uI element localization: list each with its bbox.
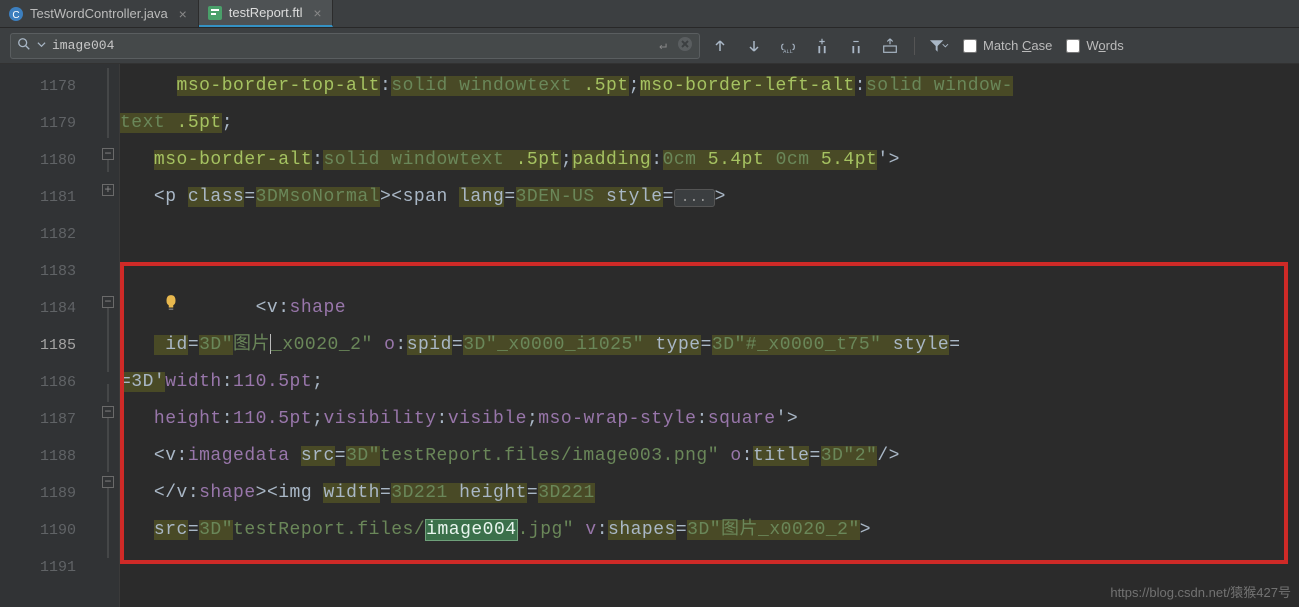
find-actions: ALL Match Case Match Case Words Words (710, 36, 1124, 56)
code-line[interactable]: src=3D"testReport.files/image004.jpg" v:… (120, 512, 1299, 549)
find-input-container: ↵ (10, 33, 700, 59)
code-line[interactable] (120, 216, 1299, 253)
fold-marker[interactable]: + (102, 184, 114, 196)
svg-text:C: C (12, 10, 19, 21)
close-icon[interactable]: × (178, 9, 188, 19)
tab-label: testReport.ftl (229, 5, 303, 20)
fold-column: − + − − − (98, 64, 120, 607)
code-area[interactable]: mso-border-top-alt:solid windowtext .5pt… (120, 64, 1299, 607)
line-number: 1187 (0, 401, 98, 438)
code-line[interactable]: height:110.5pt;visibility:visible;mso-wr… (120, 401, 1299, 438)
code-line[interactable]: text .5pt; (120, 105, 1299, 142)
code-line[interactable]: <v:imagedata src=3D"testReport.files/ima… (120, 438, 1299, 475)
line-number: 1185 (0, 327, 98, 364)
find-bar: ↵ ALL Match Case Match Case Words Words (0, 28, 1299, 64)
clear-icon[interactable] (677, 36, 693, 56)
tab-java[interactable]: C TestWordController.java × (0, 0, 199, 27)
line-number: 1186 (0, 364, 98, 401)
search-input[interactable] (52, 38, 653, 53)
separator (914, 37, 915, 55)
code-line[interactable]: </v:shape><img width=3D221 height=3D221 (120, 475, 1299, 512)
code-line[interactable]: mso-border-top-alt:solid windowtext .5pt… (120, 68, 1299, 105)
tab-bar: C TestWordController.java × testReport.f… (0, 0, 1299, 28)
remove-selection-button[interactable] (846, 36, 866, 56)
match-case-label: Match Case (983, 38, 1052, 53)
line-number: 1184 (0, 290, 98, 327)
line-number: 1190 (0, 512, 98, 549)
prev-match-button[interactable] (710, 36, 730, 56)
line-number: 1191 (0, 549, 98, 586)
code-line[interactable] (120, 549, 1299, 586)
tab-label: TestWordController.java (30, 6, 168, 21)
chevron-down-icon[interactable] (37, 38, 46, 53)
search-icon (17, 37, 31, 55)
fold-marker[interactable]: − (102, 296, 114, 308)
line-number: 1179 (0, 105, 98, 142)
match-case-checkbox[interactable]: Match Case (963, 38, 1052, 53)
export-button[interactable] (880, 36, 900, 56)
tab-ftl[interactable]: testReport.ftl × (199, 0, 334, 27)
code-line[interactable]: =3D'width:110.5pt; (120, 364, 1299, 401)
match-case-input[interactable] (963, 39, 977, 53)
watermark: https://blog.csdn.net/猿猴427号 (1110, 582, 1291, 601)
fold-marker[interactable]: − (102, 476, 114, 488)
editor: 1178 1179 1180 1181 1182 1183 1184 1185 … (0, 64, 1299, 607)
words-label: Words (1086, 38, 1123, 53)
line-number: 1188 (0, 438, 98, 475)
ftl-file-icon (207, 5, 223, 21)
code-line[interactable]: <v:shape (120, 290, 1299, 327)
line-number: 1189 (0, 475, 98, 512)
svg-text:ALL: ALL (783, 49, 793, 55)
fold-marker[interactable]: − (102, 148, 114, 160)
line-number: 1183 (0, 253, 98, 290)
fold-marker[interactable]: − (102, 406, 114, 418)
next-match-button[interactable] (744, 36, 764, 56)
code-line[interactable] (120, 253, 1299, 290)
line-gutter: 1178 1179 1180 1181 1182 1183 1184 1185 … (0, 64, 98, 607)
filter-button[interactable] (929, 36, 949, 56)
words-input[interactable] (1066, 39, 1080, 53)
code-line[interactable]: <p class=3DMsoNormal><span lang=3DEN-US … (120, 179, 1299, 216)
line-number: 1182 (0, 216, 98, 253)
line-number: 1181 (0, 179, 98, 216)
select-all-button[interactable]: ALL (778, 36, 798, 56)
code-line[interactable]: mso-border-alt:solid windowtext .5pt;pad… (120, 142, 1299, 179)
java-file-icon: C (8, 6, 24, 22)
close-icon[interactable]: × (312, 8, 322, 18)
line-number: 1178 (0, 68, 98, 105)
add-selection-button[interactable] (812, 36, 832, 56)
bulb-icon[interactable] (162, 294, 180, 312)
line-number: 1180 (0, 142, 98, 179)
words-checkbox[interactable]: Words (1066, 38, 1123, 53)
enter-icon: ↵ (659, 38, 667, 53)
code-line[interactable]: id=3D"图片_x0020_2" o:spid=3D"_x0000_i1025… (120, 327, 1299, 364)
